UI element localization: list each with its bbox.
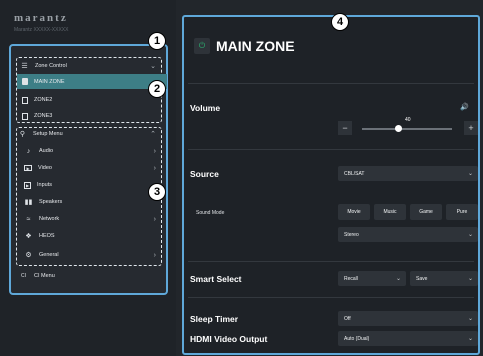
speaker-icon <box>22 78 28 85</box>
minus-icon: − <box>342 123 348 133</box>
gear-icon: ⚙ <box>25 252 32 259</box>
input-icon: ▶ <box>24 181 31 189</box>
setup-item-speakers[interactable]: ▮▮ Speakers <box>24 197 160 207</box>
callout-3: 3 <box>148 183 166 201</box>
volume-speaker-icon[interactable]: 🔊 <box>460 103 469 111</box>
zone-item-label: ZONE2 <box>34 97 53 103</box>
smart-select-label: Smart Select <box>190 274 242 284</box>
power-icon: ⏻ <box>198 41 206 50</box>
page-title: MAIN ZONE <box>216 38 295 54</box>
heos-icon: ❖ <box>25 233 32 240</box>
music-note-icon: ♪ <box>26 147 31 155</box>
zone-item-label: ZONE3 <box>34 113 53 119</box>
hdmi-output-select[interactable]: Auto (Dual) ⌄ <box>338 331 478 346</box>
callout-2: 2 <box>148 80 166 98</box>
setup-item-audio[interactable]: ♪ Audio › <box>24 146 160 156</box>
sleep-timer-select[interactable]: Off ⌄ <box>338 311 478 326</box>
setup-item-heos[interactable]: ❖ HEOS <box>24 231 160 241</box>
video-icon: ▶ <box>24 165 32 171</box>
sound-mode-select[interactable]: Stereo ⌄ <box>338 227 478 242</box>
speakers-icon: ▮▮ <box>24 199 33 206</box>
smart-select-recall[interactable]: Recall ⌄ <box>338 271 406 286</box>
zone-item-main[interactable]: MAIN ZONE <box>17 74 167 89</box>
chevron-right-icon: › <box>153 147 156 155</box>
volume-minus-button[interactable]: − <box>338 121 352 135</box>
volume-slider-track[interactable] <box>362 128 452 130</box>
source-value: CBL/SAT <box>344 170 365 177</box>
sound-mode-pure-button[interactable]: Pure <box>446 204 478 220</box>
sound-mode-label: Sound Mode <box>196 210 225 216</box>
power-button[interactable]: ⏻ <box>194 38 210 54</box>
save-value: Save <box>416 275 428 282</box>
brand-logo: marantz <box>14 12 68 24</box>
chevron-down-icon: ⌄ <box>395 276 401 282</box>
chevron-right-icon: › <box>153 251 156 259</box>
setup-item-label: Inputs <box>37 182 52 188</box>
speaker-icon <box>22 112 28 120</box>
setup-item-label: Video <box>38 165 52 171</box>
source-select[interactable]: CBL/SAT ⌄ <box>338 166 478 181</box>
sound-mode-music-button[interactable]: Music <box>374 204 406 220</box>
chevron-down-icon: ⌄ <box>467 276 473 282</box>
plus-icon: + <box>468 123 474 133</box>
sound-mode-game-button[interactable]: Game <box>410 204 442 220</box>
speaker-icon <box>22 96 28 104</box>
volume-slider-thumb[interactable] <box>394 125 402 132</box>
divider <box>188 261 474 262</box>
zone-item-zone3[interactable]: ZONE3 <box>22 111 162 121</box>
zone-control-header[interactable]: ☰ Zone Control ⌄ <box>20 61 160 71</box>
main-zone-panel: ⏻ MAIN ZONE Volume 🔊 − 40 + Source CBL/S… <box>182 15 480 355</box>
button-label: Game <box>419 209 433 215</box>
setup-item-label: General <box>39 252 59 258</box>
button-label: Music <box>383 209 397 215</box>
sleep-timer-value: Off <box>344 315 351 322</box>
source-label: Source <box>190 169 219 179</box>
volume-plus-button[interactable]: + <box>464 121 478 135</box>
divider <box>188 297 474 298</box>
setup-item-label: Speakers <box>39 199 63 205</box>
sound-mode-value: Stereo <box>344 231 359 238</box>
zone-item-label: MAIN ZONE <box>34 78 65 85</box>
volume-value: 40 <box>405 117 411 123</box>
setup-item-network[interactable]: ≈ Network › <box>24 214 160 224</box>
setup-item-video[interactable]: ▶ Video › <box>24 163 160 173</box>
zone-control-label: Zone Control <box>35 63 67 69</box>
cl-menu-label: CI Menu <box>34 273 55 279</box>
model-name: Marantz XXXXX-XXXXX <box>14 27 69 33</box>
divider <box>188 149 474 150</box>
chevron-down-icon: ⌄ <box>467 336 473 342</box>
chevron-down-icon: ⌄ <box>150 63 156 70</box>
callout-4: 4 <box>331 13 349 31</box>
cl-icon: CI <box>21 273 26 279</box>
setup-item-label: Audio <box>39 148 54 154</box>
chevron-down-icon: ⌄ <box>467 232 473 238</box>
chevron-down-icon: ⌄ <box>467 171 473 177</box>
sleep-timer-label: Sleep Timer <box>190 314 239 324</box>
sliders-icon: ☰ <box>21 63 28 70</box>
setup-item-general[interactable]: ⚙ General › <box>24 250 160 260</box>
setup-item-label: Network <box>39 216 60 222</box>
chevron-right-icon: › <box>153 164 156 172</box>
chevron-right-icon: › <box>153 215 156 223</box>
hdmi-output-value: Auto (Dual) <box>344 335 370 342</box>
button-label: Pure <box>456 209 468 215</box>
wifi-icon: ≈ <box>26 215 31 223</box>
recall-value: Recall <box>344 275 358 282</box>
sidebar: marantz Marantz XXXXX-XXXXX ☰ Zone Contr… <box>0 0 176 356</box>
button-label: Movie <box>347 209 361 215</box>
divider <box>188 83 474 84</box>
cl-menu-item[interactable]: CI CI Menu <box>19 271 159 281</box>
callout-1: 1 <box>148 32 166 50</box>
zone-item-zone2[interactable]: ZONE2 <box>22 95 162 105</box>
smart-select-save[interactable]: Save ⌄ <box>410 271 478 286</box>
hdmi-output-label: HDMI Video Output <box>190 334 268 344</box>
setup-item-label: HEOS <box>39 233 55 239</box>
chevron-down-icon: ⌄ <box>467 316 473 322</box>
volume-label: Volume <box>190 103 221 113</box>
sound-mode-movie-button[interactable]: Movie <box>338 204 370 220</box>
setup-item-inputs[interactable]: ▶ Inputs <box>24 180 160 190</box>
